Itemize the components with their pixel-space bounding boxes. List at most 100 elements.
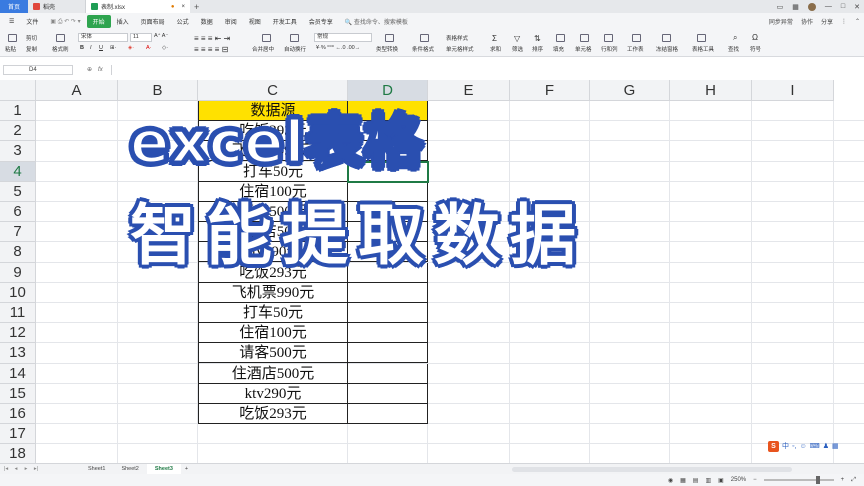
minimize-icon[interactable]: — (825, 3, 832, 10)
row-header-1[interactable]: 1 (0, 101, 36, 122)
cell-style-button[interactable]: 单元格样式 (446, 45, 474, 53)
format-painter-icon[interactable] (56, 34, 65, 42)
view-eye-icon[interactable]: ◉ (668, 477, 673, 484)
name-box[interactable]: D4 (3, 64, 73, 75)
row-header-16[interactable]: 16 (0, 404, 36, 425)
ime-menu-icon[interactable]: ▦ (832, 442, 839, 450)
grid-icon[interactable]: ▦ (792, 3, 799, 11)
cond-format-button[interactable]: 条件格式 (412, 45, 434, 53)
align-horizontal-icons[interactable]: ≡ ≡ ≡ ≡ ⊟ (194, 45, 228, 54)
more-icon[interactable]: ⋮ (841, 18, 847, 25)
cut-button[interactable]: 剪切 (26, 34, 37, 42)
first-sheet-icon[interactable]: |◂ (2, 466, 10, 472)
next-sheet-icon[interactable]: ▸ (22, 466, 30, 472)
table-style-button[interactable]: 表格样式 (446, 34, 468, 42)
maximize-icon[interactable]: □ (841, 3, 845, 10)
cell-icon[interactable] (580, 34, 589, 42)
cell-button[interactable]: 单元格 (575, 45, 592, 53)
ime-emoji-icon[interactable]: ☺ (799, 443, 806, 450)
zoom-slider[interactable] (763, 476, 834, 484)
row-header-17[interactable]: 17 (0, 424, 36, 445)
row-col-icon[interactable] (604, 34, 613, 42)
avatar[interactable] (807, 2, 816, 11)
row-header-13[interactable]: 13 (0, 343, 36, 364)
paste-button[interactable]: 粘贴 (5, 45, 16, 53)
row-col-button[interactable]: 行和列 (601, 45, 618, 53)
font-grow-icons[interactable]: A⁺ A⁻ (154, 33, 168, 39)
column-header-g[interactable]: G (590, 80, 670, 101)
border-icon[interactable]: ⊞· (110, 45, 116, 51)
hamburger-icon[interactable]: ☰ (3, 18, 20, 25)
add-sheet-button[interactable]: + (181, 464, 192, 475)
menu-quick-icons[interactable]: ▣ ⎙ ↶ ↷ ▾ (44, 18, 86, 26)
cell-d14[interactable] (348, 363, 428, 384)
sum-icon[interactable]: Σ (492, 34, 497, 43)
wrap-icon[interactable] (290, 34, 299, 42)
row-header-8[interactable]: 8 (0, 242, 36, 263)
type-convert-icon[interactable] (385, 34, 394, 42)
font-size-select[interactable]: 11 (130, 33, 152, 42)
normal-view-icon[interactable]: ▦ (680, 477, 686, 484)
ime-keyboard-icon[interactable]: ⌨ (810, 442, 820, 450)
tab-close-icon[interactable]: × (181, 4, 185, 10)
fx-icon[interactable]: fx (98, 67, 103, 73)
table-tools-icon[interactable] (697, 34, 706, 42)
row-header-11[interactable]: 11 (0, 303, 36, 324)
cell-c13[interactable]: 请客500元 (198, 343, 348, 364)
bold-button[interactable]: B (80, 45, 84, 51)
find-button[interactable]: 查找 (728, 45, 739, 53)
sheet-tab-1[interactable]: Sheet1 (80, 464, 113, 475)
collapse-icon[interactable]: ⌃ (855, 18, 860, 25)
fill-button[interactable]: 填充 (553, 45, 564, 53)
fill-color-icon[interactable]: ◈· (128, 45, 134, 51)
merge-icon[interactable] (262, 34, 271, 42)
row-header-5[interactable]: 5 (0, 181, 36, 202)
sort-button[interactable]: 排序 (532, 45, 543, 53)
column-header-h[interactable]: H (670, 80, 752, 101)
row-header-14[interactable]: 14 (0, 363, 36, 384)
fullscreen-icon[interactable]: ⤢ (851, 477, 856, 484)
worksheet-button[interactable]: 工作表 (627, 45, 644, 53)
symbol-icon[interactable]: Ω (752, 33, 758, 42)
clear-icon[interactable]: ◇· (162, 45, 168, 51)
underline-button[interactable]: U (99, 45, 103, 51)
menu-developer[interactable]: 开发工具 (267, 17, 303, 26)
find-icon[interactable]: ⌕ (733, 33, 737, 43)
menu-page-layout[interactable]: 页面布局 (135, 17, 171, 26)
home-tab[interactable]: 首页 (0, 0, 28, 13)
sort-icon[interactable]: ⇅ (534, 34, 541, 43)
freeze-icon[interactable] (662, 34, 671, 42)
wrap-button[interactable]: 自动换行 (284, 45, 306, 53)
column-header-i[interactable]: I (752, 80, 834, 101)
last-sheet-icon[interactable]: ▸| (32, 466, 40, 472)
cell-c16[interactable]: 吃饭293元 (198, 404, 348, 424)
row-header-3[interactable]: 3 (0, 141, 36, 162)
cell-d15[interactable] (348, 383, 428, 404)
font-color-icon[interactable]: A· (146, 45, 152, 51)
menu-insert[interactable]: 插入 (111, 17, 135, 26)
table-tools-button[interactable]: 表格工具 (692, 45, 714, 53)
zoom-level[interactable]: 250% (731, 477, 746, 483)
cell-d11[interactable] (348, 303, 428, 323)
sum-button[interactable]: 求和 (490, 45, 501, 53)
column-header-c[interactable]: C (198, 80, 348, 101)
menu-view[interactable]: 视图 (243, 17, 267, 26)
format-painter-button[interactable]: 格式刷 (52, 45, 69, 53)
sync-status[interactable]: 同步异常 (769, 17, 793, 26)
row-header-4[interactable]: 4 (0, 161, 36, 182)
share-button[interactable]: 分享 (821, 17, 833, 26)
workbook-tab[interactable]: 表制.xlsx ● × (86, 0, 190, 13)
menu-review[interactable]: 审阅 (219, 17, 243, 26)
cell-c11[interactable]: 打车50元 (198, 303, 348, 323)
select-all-corner[interactable] (0, 80, 36, 101)
row-header-12[interactable]: 12 (0, 323, 36, 344)
cell-d16[interactable] (348, 404, 428, 424)
column-header-f[interactable]: F (510, 80, 590, 101)
row-header-18[interactable]: 18 (0, 444, 36, 465)
number-format-icons[interactable]: ¥·% ⁰⁰⁰ ←.0 .00→ (316, 45, 360, 51)
freeze-button[interactable]: 冻结窗格 (656, 45, 678, 53)
merge-button[interactable]: 合并居中 (252, 45, 274, 53)
cell-c14[interactable]: 住酒店500元 (198, 364, 348, 384)
cell-d12[interactable] (348, 323, 428, 344)
font-select[interactable]: 宋体 (78, 33, 128, 42)
